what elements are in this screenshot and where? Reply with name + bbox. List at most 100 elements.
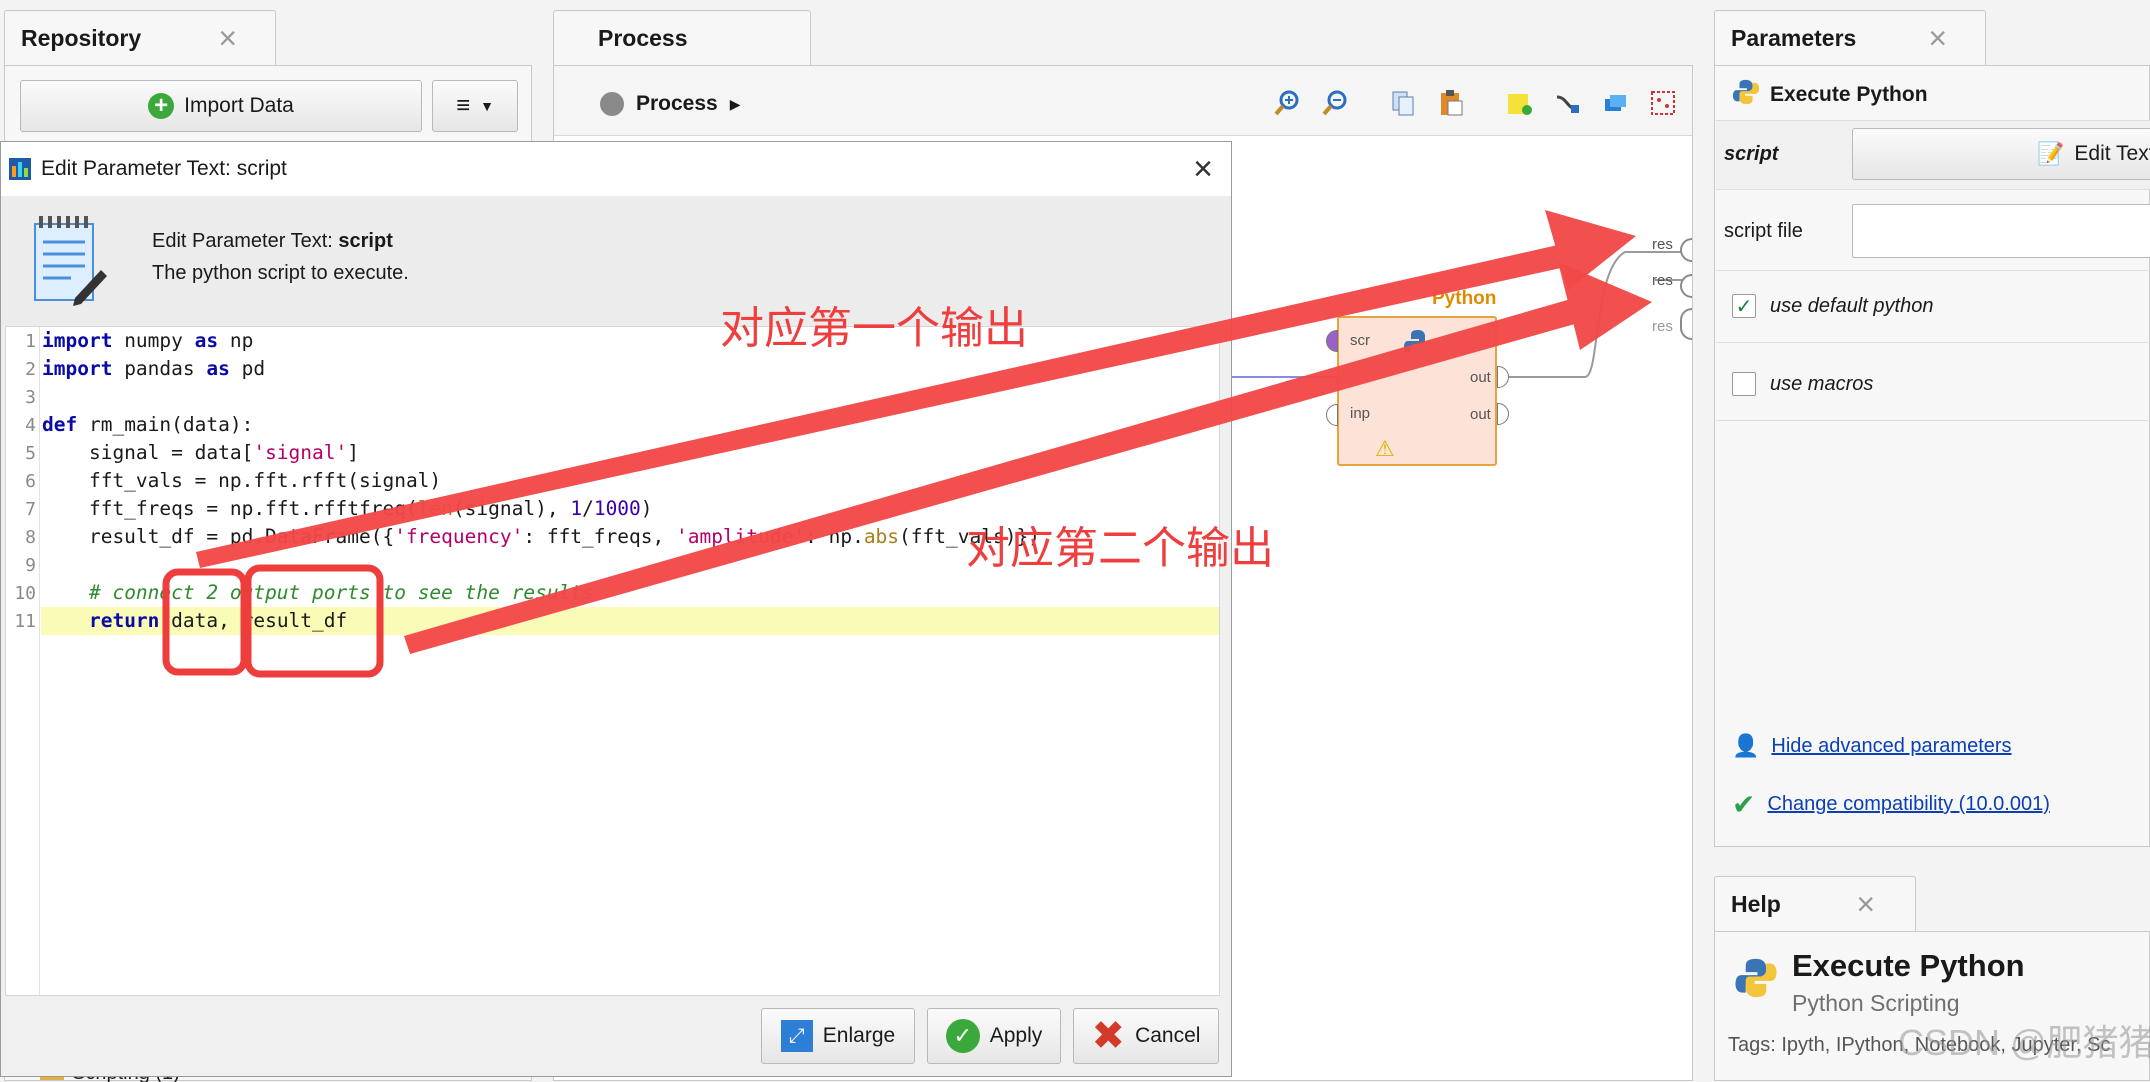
process-circle-icon (600, 92, 624, 116)
param-label-script: script (1724, 143, 1779, 165)
code-line: signal = data['signal'] (42, 441, 359, 464)
checkmark-icon: ✔ (1732, 789, 1756, 820)
script-file-input[interactable] (1852, 204, 2150, 258)
dialog-titlebar: Edit Parameter Text: script × (1, 142, 1231, 196)
result-connections (1509, 251, 1685, 378)
line-number: 2 (25, 359, 36, 380)
parameters-tab-title: Parameters (1731, 25, 1857, 51)
line-number: 4 (25, 415, 36, 436)
copy-icon[interactable] (1388, 88, 1418, 118)
hide-advanced-row[interactable]: 👤 Hide advanced parameters (1732, 733, 2012, 759)
dialog-title: Edit Parameter Text: script (41, 157, 287, 180)
watermark: CSDN @肥猪猪爸 (1898, 1022, 2150, 1063)
edit-text-button[interactable]: 📝 Edit Text (1852, 128, 2150, 180)
line-number: 10 (14, 583, 36, 604)
hide-advanced-link[interactable]: Hide advanced parameters (1771, 735, 2011, 758)
use-default-python-row[interactable]: ✓ use default python (1732, 294, 1933, 318)
close-icon[interactable]: × (218, 20, 237, 57)
process-tools (1272, 88, 1678, 118)
line-number: 1 (25, 331, 36, 352)
port-label: inp (1350, 405, 1371, 422)
checkmark-circle-icon: ✓ (945, 1019, 980, 1053)
repository-tab[interactable]: Repository × (4, 10, 276, 66)
chevron-right-icon: ▶ (729, 95, 741, 112)
port-label: out (1470, 406, 1491, 423)
line-number: 5 (25, 443, 36, 464)
line-number: 9 (25, 555, 36, 576)
help-title: Execute Python (1792, 948, 2025, 983)
zoom-in-icon[interactable] (1272, 88, 1302, 118)
use-default-python-checkbox[interactable]: ✓ (1732, 294, 1756, 318)
connect-icon[interactable] (1552, 88, 1582, 118)
port-label: out (1470, 369, 1491, 386)
dialog-header-title: Edit Parameter Text: script (152, 230, 393, 253)
result-port-label: res (1652, 272, 1673, 289)
header-prefix: Edit Parameter Text: (152, 230, 339, 252)
result-port[interactable] (1680, 308, 1692, 340)
edit-text-icon: 📝 (2037, 141, 2065, 166)
process-breadcrumb[interactable]: Process ▶ (600, 92, 741, 116)
breadcrumb-label: Process (636, 92, 718, 115)
cancel-label: Cancel (1135, 1024, 1201, 1047)
chevron-down-icon: ▼ (480, 98, 494, 114)
dialog-close-icon[interactable]: × (1193, 150, 1213, 189)
process-tab-title: Process (598, 25, 688, 51)
use-default-python-label: use default python (1770, 294, 1934, 317)
notepad-icon (31, 214, 107, 311)
repository-menu-button[interactable]: ≡ ▼ (432, 80, 518, 132)
line-number: 6 (25, 471, 36, 492)
warning-icon: ⚠ (1375, 436, 1395, 461)
change-compat-link[interactable]: Change compatibility (10.0.001) (1767, 793, 2049, 816)
close-icon[interactable]: × (1928, 20, 1947, 57)
enlarge-button[interactable]: ⤢ Enlarge (761, 1008, 915, 1064)
python-logo-icon (1732, 78, 1760, 112)
use-macros-checkbox[interactable] (1732, 372, 1756, 396)
help-subtitle: Python Scripting (1792, 990, 1960, 1016)
python-logo-icon (1403, 328, 1433, 358)
zoom-out-icon[interactable] (1320, 88, 1350, 118)
result-port-label: res (1652, 318, 1673, 335)
use-macros-row[interactable]: use macros (1732, 372, 1873, 396)
app-logo-icon (9, 158, 31, 180)
add-note-icon[interactable] (1504, 88, 1534, 118)
import-data-label: Import Data (184, 94, 294, 117)
header-param-name: script (338, 230, 393, 252)
help-tab-title: Help (1731, 891, 1781, 917)
help-tab[interactable]: Help × (1714, 876, 1916, 932)
dialog-header (1, 196, 1231, 326)
parameters-operator-header: Execute Python (1732, 78, 1928, 112)
code-line: fft_freqs = np.fft.rfftfreq(len(signal),… (42, 497, 653, 520)
operator-title: Python (1432, 288, 1497, 309)
paste-icon[interactable] (1436, 88, 1466, 118)
edit-text-label: Edit Text (2074, 142, 2150, 165)
code-line: result_df = pd.DataFrame({'frequency': f… (42, 525, 1040, 548)
code-line: def rm_main(data): (42, 413, 254, 436)
help-python-logo-icon (1734, 956, 1778, 1005)
import-data-button[interactable]: + Import Data (20, 80, 422, 132)
auto-fit-icon[interactable] (1648, 88, 1678, 118)
parameters-tab[interactable]: Parameters × (1714, 10, 1986, 66)
cancel-button[interactable]: ✖ Cancel (1073, 1008, 1219, 1064)
menu-icon: ≡ (456, 92, 471, 119)
layers-icon[interactable] (1600, 88, 1630, 118)
connection-line (1232, 376, 1338, 378)
dialog-description: The python script to execute. (152, 262, 409, 284)
line-number: 8 (25, 527, 36, 548)
advanced-user-icon: 👤 (1732, 733, 1760, 758)
apply-button[interactable]: ✓ Apply (927, 1008, 1061, 1064)
enlarge-label: Enlarge (822, 1024, 896, 1047)
annotation-first-output: 对应第一个输出 (720, 303, 1028, 354)
code-line: import pandas as pd (42, 357, 266, 380)
change-compat-row[interactable]: ✔ Change compatibility (10.0.001) (1732, 788, 2050, 821)
code-line: fft_vals = np.fft.rfft(signal) (42, 469, 442, 492)
process-tab[interactable]: Process (553, 10, 811, 66)
param-row-divider (1716, 342, 2150, 343)
enlarge-icon: ⤢ (780, 1020, 813, 1052)
script-editor[interactable]: 1 2 3 4 5 6 7 8 9 10 11 import numpy as np import … (5, 326, 1220, 996)
param-row-divider (1716, 420, 2150, 421)
annotation-second-output: 对应第二个输出 (966, 523, 1274, 574)
edit-parameter-dialog: Edit Parameter Text: script × Edit Param… (0, 141, 1232, 1077)
code-line: return data, result_df (88, 609, 348, 632)
plus-icon: + (148, 92, 175, 119)
close-icon[interactable]: × (1856, 886, 1875, 923)
